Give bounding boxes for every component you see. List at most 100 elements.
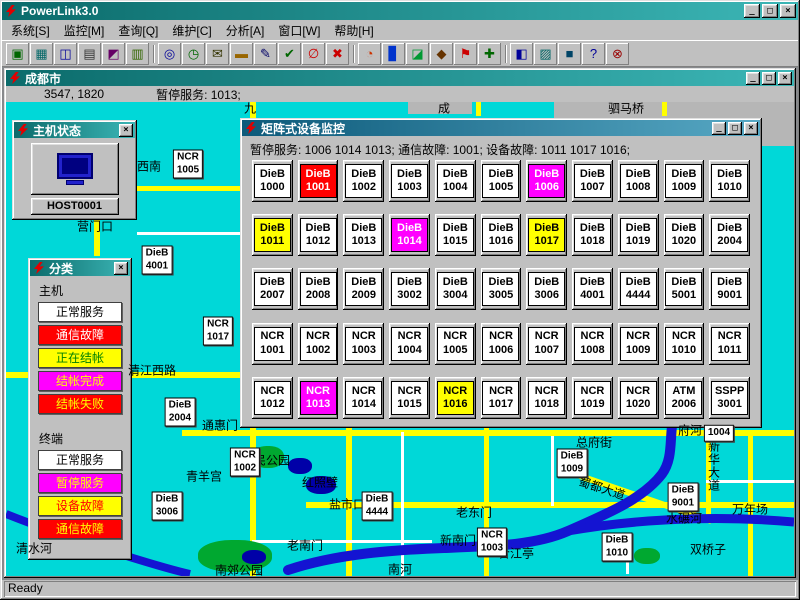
menu-query[interactable]: 查询[Q] — [111, 20, 165, 41]
cascade-windows-icon[interactable]: ◧ — [510, 43, 533, 65]
host-close-button[interactable]: × — [119, 124, 133, 137]
map-device-dieb-1009[interactable]: DieB1009 — [557, 449, 588, 478]
map-device-dieb-4444[interactable]: DieB4444 — [362, 492, 393, 521]
bar-chart-icon[interactable]: ▊ — [382, 43, 405, 65]
map-device-dieb-4001[interactable]: DieB4001 — [142, 246, 173, 275]
cash-icon[interactable]: ▬ — [230, 43, 253, 65]
device-button-dieb-1000[interactable]: DieB1000 — [252, 160, 293, 202]
device-button-dieb-2009[interactable]: DieB2009 — [343, 268, 384, 310]
device-button-dieb-1019[interactable]: DieB1019 — [618, 214, 659, 256]
delete-icon[interactable]: ✖ — [326, 43, 349, 65]
device-button-ncr-1005[interactable]: NCR1005 — [435, 323, 476, 365]
device-button-ncr-1013[interactable]: NCR1013 — [298, 377, 339, 419]
map-device-dieb-1010[interactable]: DieB1010 — [602, 533, 633, 562]
device-button-dieb-1011[interactable]: DieB1011 — [252, 214, 293, 256]
map-device-dieb-3006[interactable]: DieB3006 — [152, 492, 183, 521]
device-button-ncr-1002[interactable]: NCR1002 — [298, 323, 339, 365]
device-button-ncr-1006[interactable]: NCR1006 — [481, 323, 522, 365]
device-button-dieb-1002[interactable]: DieB1002 — [343, 160, 384, 202]
map-device-dieb-9001[interactable]: DieB9001 — [668, 483, 699, 512]
device-button-ncr-1017[interactable]: NCR1017 — [481, 377, 522, 419]
stop-icon[interactable]: ∅ — [302, 43, 325, 65]
device-button-dieb-1014[interactable]: DieB1014 — [389, 214, 430, 256]
map-close-button[interactable]: × — [778, 72, 792, 85]
device-button-dieb-1009[interactable]: DieB1009 — [664, 160, 705, 202]
map-device-ncr-1003[interactable]: NCR1003 — [477, 528, 507, 557]
device-button-dieb-2007[interactable]: DieB2007 — [252, 268, 293, 310]
mail-icon[interactable]: ✉ — [206, 43, 229, 65]
device-button-dieb-1017[interactable]: DieB1017 — [526, 214, 567, 256]
report-view-icon[interactable]: ▥ — [126, 43, 149, 65]
search-icon[interactable]: ◎ — [158, 43, 181, 65]
device-button-dieb-4444[interactable]: DieB4444 — [618, 268, 659, 310]
device-button-ncr-1008[interactable]: NCR1008 — [572, 323, 613, 365]
device-button-dieb-1020[interactable]: DieB1020 — [664, 214, 705, 256]
device-button-ncr-1020[interactable]: NCR1020 — [618, 377, 659, 419]
host-item-button[interactable] — [31, 143, 119, 195]
device-button-dieb-5001[interactable]: DieB5001 — [664, 268, 705, 310]
list-view-icon[interactable]: ▤ — [78, 43, 101, 65]
edit-icon[interactable]: ✎ — [254, 43, 277, 65]
device-button-dieb-4001[interactable]: DieB4001 — [572, 268, 613, 310]
device-button-ncr-1016[interactable]: NCR1016 — [435, 377, 476, 419]
device-button-dieb-1006[interactable]: DieB1006 — [526, 160, 567, 202]
help-icon[interactable]: ? — [582, 43, 605, 65]
device-button-dieb-3005[interactable]: DieB3005 — [481, 268, 522, 310]
chart-view-icon[interactable]: ◩ — [102, 43, 125, 65]
device-button-dieb-1018[interactable]: DieB1018 — [572, 214, 613, 256]
device-button-dieb-1003[interactable]: DieB1003 — [389, 160, 430, 202]
device-button-dieb-1010[interactable]: DieB1010 — [709, 160, 750, 202]
exit-icon[interactable]: ⊗ — [606, 43, 629, 65]
device-button-dieb-1004[interactable]: DieB1004 — [435, 160, 476, 202]
legend-close-button[interactable]: × — [114, 262, 128, 275]
device-button-ncr-1003[interactable]: NCR1003 — [343, 323, 384, 365]
device-button-ncr-1009[interactable]: NCR1009 — [618, 323, 659, 365]
device-button-ncr-1004[interactable]: NCR1004 — [389, 323, 430, 365]
device-button-dieb-9001[interactable]: DieB9001 — [709, 268, 750, 310]
minimize-button[interactable]: _ — [744, 4, 760, 18]
close-button[interactable]: × — [780, 4, 796, 18]
matrix-minimize-button[interactable]: _ — [712, 122, 726, 135]
device-button-ncr-1001[interactable]: NCR1001 — [252, 323, 293, 365]
map-monitor-icon[interactable]: ◫ — [54, 43, 77, 65]
device-button-dieb-2004[interactable]: DieB2004 — [709, 214, 750, 256]
device-button-dieb-1007[interactable]: DieB1007 — [572, 160, 613, 202]
device-button-ncr-1018[interactable]: NCR1018 — [526, 377, 567, 419]
device-button-dieb-1008[interactable]: DieB1008 — [618, 160, 659, 202]
trend-chart-icon[interactable]: ◪ — [406, 43, 429, 65]
pie-chart-icon[interactable]: ◔ — [358, 43, 381, 65]
device-button-ncr-1019[interactable]: NCR1019 — [572, 377, 613, 419]
menu-help[interactable]: 帮助[H] — [327, 20, 380, 41]
menu-analyze[interactable]: 分析[A] — [219, 20, 272, 41]
device-button-ncr-1012[interactable]: NCR1012 — [252, 377, 293, 419]
map-minimize-button[interactable]: _ — [746, 72, 760, 85]
add-icon[interactable]: ✚ — [478, 43, 501, 65]
device-button-dieb-1001[interactable]: DieB1001 — [298, 160, 339, 202]
flag-icon[interactable]: ⚑ — [454, 43, 477, 65]
device-button-dieb-1015[interactable]: DieB1015 — [435, 214, 476, 256]
map-device-ncr-1002[interactable]: NCR1002 — [230, 448, 260, 477]
matrix-close-button[interactable]: × — [744, 122, 758, 135]
menu-monitor[interactable]: 监控[M] — [57, 20, 112, 41]
device-button-dieb-1012[interactable]: DieB1012 — [298, 214, 339, 256]
device-button-dieb-3004[interactable]: DieB3004 — [435, 268, 476, 310]
menu-maintain[interactable]: 维护[C] — [165, 20, 218, 41]
map-device-1004[interactable]: 1004 — [704, 425, 734, 442]
clock-icon[interactable]: ◷ — [182, 43, 205, 65]
map-device-ncr-1017[interactable]: NCR1017 — [203, 317, 233, 346]
device-button-dieb-1013[interactable]: DieB1013 — [343, 214, 384, 256]
map-device-ncr-1005[interactable]: NCR1005 — [173, 150, 203, 179]
map-device-dieb-2004[interactable]: DieB2004 — [165, 398, 196, 427]
device-button-ncr-1011[interactable]: NCR1011 — [709, 323, 750, 365]
device-button-atm-2006[interactable]: ATM2006 — [664, 377, 705, 419]
matrix-monitor-icon[interactable]: ▦ — [30, 43, 53, 65]
device-button-dieb-2008[interactable]: DieB2008 — [298, 268, 339, 310]
calc-icon[interactable]: ◆ — [430, 43, 453, 65]
device-button-dieb-1016[interactable]: DieB1016 — [481, 214, 522, 256]
map-maximize-button[interactable]: □ — [762, 72, 776, 85]
menu-system[interactable]: 系统[S] — [4, 20, 57, 41]
host-monitor-icon[interactable]: ▣ — [6, 43, 29, 65]
confirm-icon[interactable]: ✔ — [278, 43, 301, 65]
device-button-ncr-1010[interactable]: NCR1010 — [664, 323, 705, 365]
matrix-maximize-button[interactable]: □ — [728, 122, 742, 135]
